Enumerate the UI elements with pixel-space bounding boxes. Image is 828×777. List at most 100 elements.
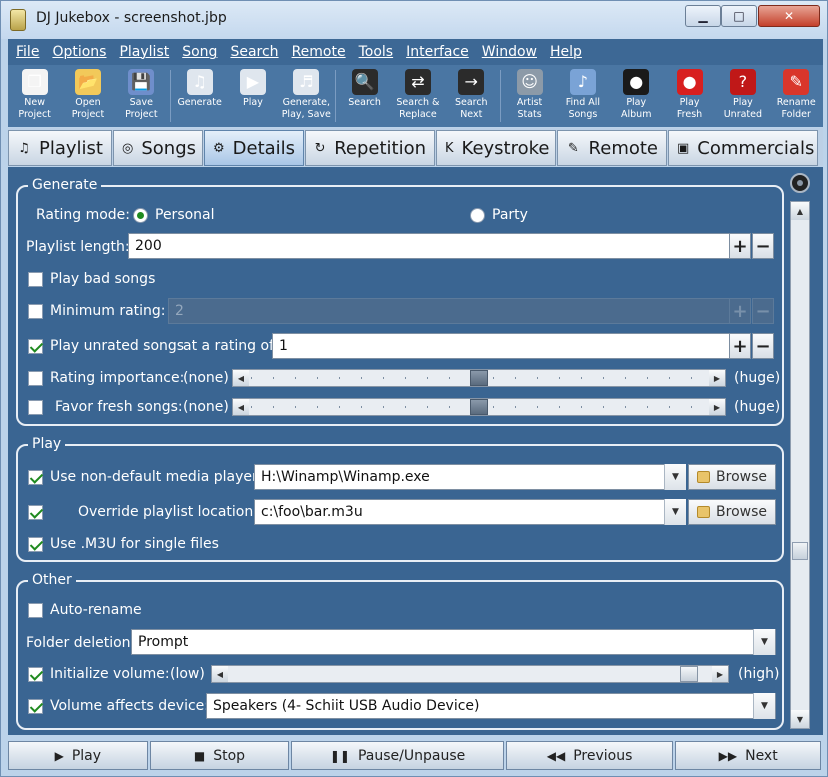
media-player-dropdown-button[interactable]: ▼ bbox=[664, 464, 686, 490]
toolbar-search-replace-button[interactable]: ⇄ Search & Replace bbox=[391, 65, 444, 127]
initialize-volume-label[interactable]: Initialize volume: bbox=[50, 666, 170, 682]
favor-fresh-label[interactable]: Favor fresh songs: bbox=[55, 399, 183, 415]
maximize-button[interactable]: □ bbox=[721, 5, 757, 27]
playlist-length-decrement-button[interactable]: − bbox=[752, 233, 774, 259]
rating-mode-personal-radio[interactable] bbox=[133, 208, 148, 223]
play-unrated-checkbox[interactable] bbox=[28, 339, 43, 354]
slider-left-arrow-icon[interactable]: ◀ bbox=[233, 399, 249, 415]
play-bad-songs-checkbox[interactable] bbox=[28, 272, 43, 287]
unrated-rating-input[interactable]: 1 bbox=[272, 333, 730, 359]
unrated-rating-decrement-button[interactable]: − bbox=[752, 333, 774, 359]
tab-details[interactable]: ⚙ Details bbox=[204, 130, 304, 166]
override-playlist-label[interactable]: Override playlist location: bbox=[78, 504, 258, 520]
minimum-rating-label[interactable]: Minimum rating: bbox=[50, 303, 166, 319]
menu-playlist[interactable]: Playlist bbox=[119, 44, 169, 60]
scrollbar-thumb[interactable] bbox=[792, 542, 808, 560]
menu-remote[interactable]: Remote bbox=[292, 44, 346, 60]
volume-device-label[interactable]: Volume affects device: bbox=[50, 698, 209, 714]
slider-thumb[interactable] bbox=[470, 399, 488, 415]
vertical-scrollbar[interactable]: ▲ ▼ bbox=[790, 201, 810, 729]
tab-songs[interactable]: ◎ Songs bbox=[113, 130, 203, 166]
tab-keystroke[interactable]: K Keystroke bbox=[436, 130, 556, 166]
slider-thumb[interactable] bbox=[470, 370, 488, 386]
menu-file[interactable]: File bbox=[16, 44, 39, 60]
volume-device-select[interactable]: Speakers (4- Schiit USB Audio Device) bbox=[206, 693, 776, 719]
use-m3u-checkbox[interactable] bbox=[28, 537, 43, 552]
tab-playlist[interactable]: ♫ Playlist bbox=[8, 130, 112, 166]
menu-search[interactable]: Search bbox=[230, 44, 278, 60]
initialize-volume-slider[interactable]: ◀ ▶ bbox=[211, 665, 729, 683]
menu-window[interactable]: Window bbox=[482, 44, 537, 60]
toolbar-generate-button[interactable]: ♫ Generate bbox=[173, 65, 226, 127]
rating-mode-party-radio[interactable] bbox=[470, 208, 485, 223]
favor-fresh-checkbox[interactable] bbox=[28, 400, 43, 415]
folder-deletion-dropdown-button[interactable]: ▼ bbox=[753, 629, 775, 655]
toolbar-new-project-button[interactable]: ❐ New Project bbox=[8, 65, 61, 127]
slider-right-arrow-icon[interactable]: ▶ bbox=[709, 370, 725, 386]
tab-remote[interactable]: ✎ Remote bbox=[557, 130, 667, 166]
toolbar-search-button[interactable]: 🔍 Search bbox=[338, 65, 391, 127]
toolbar-find-all-songs-button[interactable]: ♪ Find All Songs bbox=[556, 65, 609, 127]
non-default-player-label[interactable]: Use non-default media player: bbox=[50, 469, 262, 485]
slider-thumb[interactable] bbox=[680, 666, 699, 682]
speaker-icon[interactable] bbox=[790, 173, 810, 193]
rating-importance-checkbox[interactable] bbox=[28, 371, 43, 386]
title-bar[interactable]: DJ Jukebox - screenshot.jbp ▁ □ ✕ bbox=[1, 1, 827, 39]
scroll-up-arrow-icon[interactable]: ▲ bbox=[791, 202, 809, 220]
previous-button[interactable]: ◀◀ Previous bbox=[505, 741, 674, 770]
scroll-down-arrow-icon[interactable]: ▼ bbox=[791, 710, 809, 728]
rating-importance-slider[interactable]: ◀ ▶ bbox=[232, 369, 726, 387]
minimum-rating-checkbox[interactable] bbox=[28, 304, 43, 319]
toolbar-play-unrated-button[interactable]: ? Play Unrated bbox=[716, 65, 769, 127]
slider-right-arrow-icon[interactable]: ▶ bbox=[709, 399, 725, 415]
media-player-browse-button[interactable]: Browse bbox=[688, 464, 776, 490]
non-default-player-checkbox[interactable] bbox=[28, 470, 43, 485]
pause-unpause-button[interactable]: ❚❚ Pause/Unpause bbox=[291, 741, 504, 770]
toolbar-artist-stats-button[interactable]: ☺ Artist Stats bbox=[503, 65, 556, 127]
toolbar-save-project-button[interactable]: 💾 Save Project bbox=[115, 65, 168, 127]
toolbar-open-project-button[interactable]: 📂 Open Project bbox=[61, 65, 114, 127]
menu-options[interactable]: Options bbox=[52, 44, 106, 60]
override-playlist-checkbox[interactable] bbox=[28, 505, 43, 520]
menu-tools[interactable]: Tools bbox=[359, 44, 394, 60]
play-bad-songs-label[interactable]: Play bad songs bbox=[50, 271, 155, 287]
playlist-location-browse-button[interactable]: Browse bbox=[688, 499, 776, 525]
favor-fresh-slider[interactable]: ◀ ▶ bbox=[232, 398, 726, 416]
slider-left-arrow-icon[interactable]: ◀ bbox=[233, 370, 249, 386]
toolbar-rename-folder-button[interactable]: ✎ Rename Folder bbox=[770, 65, 823, 127]
folder-deletion-select[interactable]: Prompt bbox=[131, 629, 776, 655]
media-player-path-input[interactable]: H:\Winamp\Winamp.exe bbox=[254, 464, 686, 490]
unrated-rating-increment-button[interactable]: + bbox=[729, 333, 751, 359]
menu-interface[interactable]: Interface bbox=[406, 44, 469, 60]
initialize-volume-checkbox[interactable] bbox=[28, 667, 43, 682]
auto-rename-checkbox[interactable] bbox=[28, 603, 43, 618]
toolbar-play-album-button[interactable]: ● Play Album bbox=[610, 65, 663, 127]
play-button[interactable]: ▶ Play bbox=[8, 741, 148, 770]
rating-mode-personal-label[interactable]: Personal bbox=[155, 207, 215, 223]
next-button[interactable]: ▶▶ Next bbox=[675, 741, 821, 770]
toolbar-play-fresh-button[interactable]: ● Play Fresh bbox=[663, 65, 716, 127]
slider-left-arrow-icon[interactable]: ◀ bbox=[212, 666, 228, 682]
play-unrated-label[interactable]: Play unrated songs bbox=[50, 338, 184, 354]
toolbar-search-next-button[interactable]: → Search Next bbox=[445, 65, 498, 127]
playlist-location-dropdown-button[interactable]: ▼ bbox=[664, 499, 686, 525]
rating-mode-party-label[interactable]: Party bbox=[492, 207, 528, 223]
slider-right-arrow-icon[interactable]: ▶ bbox=[712, 666, 728, 682]
close-button[interactable]: ✕ bbox=[758, 5, 820, 27]
playlist-length-input[interactable]: 200 bbox=[128, 233, 730, 259]
volume-device-checkbox[interactable] bbox=[28, 699, 43, 714]
stop-button[interactable]: ■ Stop bbox=[149, 741, 290, 770]
toolbar-generate-play-save-button[interactable]: ♬ Generate, Play, Save bbox=[280, 65, 333, 127]
tab-commercials[interactable]: ▣ Commercials bbox=[668, 130, 818, 166]
menu-help[interactable]: Help bbox=[550, 44, 582, 60]
minimize-button[interactable]: ▁ bbox=[685, 5, 721, 27]
toolbar-play-button[interactable]: ▶ Play bbox=[226, 65, 279, 127]
volume-device-dropdown-button[interactable]: ▼ bbox=[753, 693, 775, 719]
tab-repetition[interactable]: ↻ Repetition bbox=[305, 130, 435, 166]
playlist-length-increment-button[interactable]: + bbox=[729, 233, 751, 259]
menu-song[interactable]: Song bbox=[182, 44, 217, 60]
rating-importance-label[interactable]: Rating importance: bbox=[50, 370, 184, 386]
use-m3u-label[interactable]: Use .M3U for single files bbox=[50, 536, 219, 552]
auto-rename-label[interactable]: Auto-rename bbox=[50, 602, 142, 618]
playlist-location-input[interactable]: c:\foo\bar.m3u bbox=[254, 499, 686, 525]
